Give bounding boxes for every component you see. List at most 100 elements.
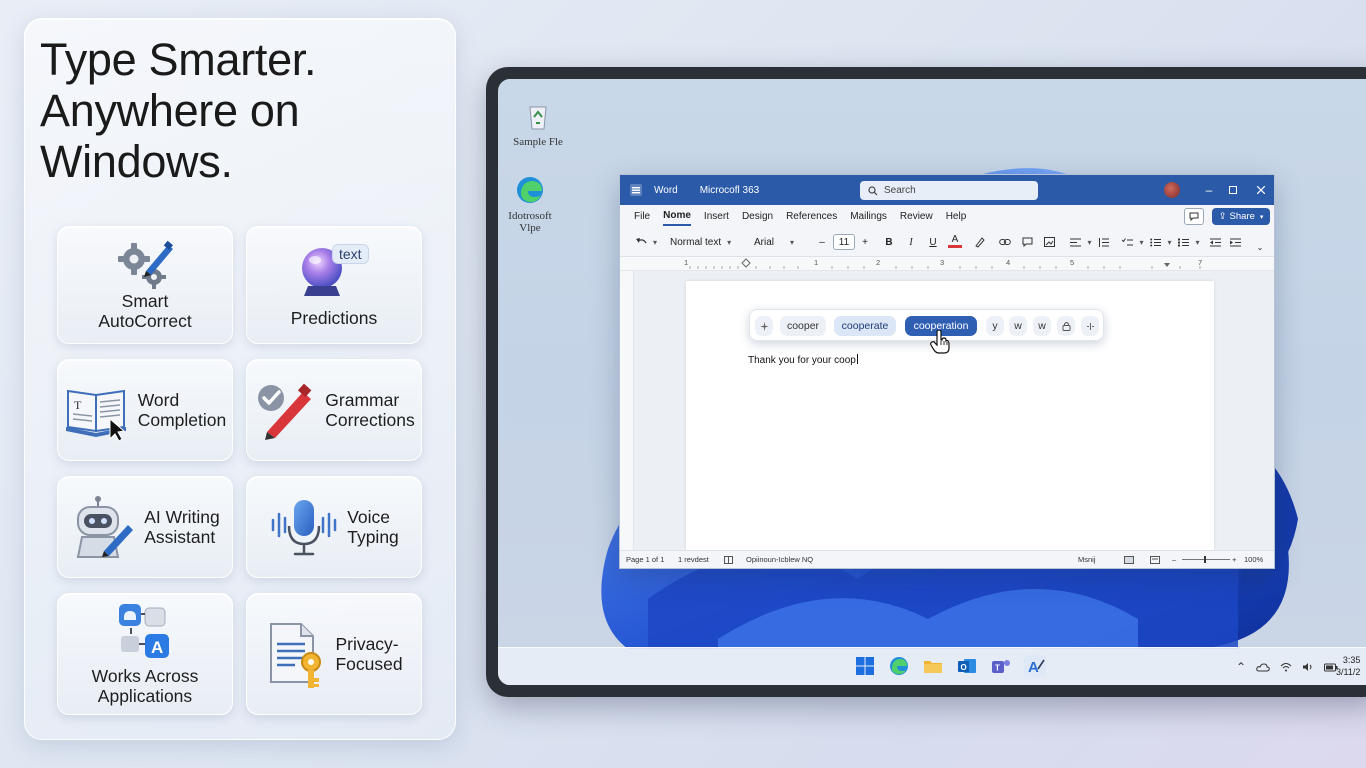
desktop-icon-recycle-bin[interactable]: Sample Fle bbox=[508, 101, 568, 148]
svg-text:A: A bbox=[1028, 659, 1039, 676]
tab-file[interactable]: File bbox=[634, 208, 650, 225]
volume-icon[interactable] bbox=[1302, 662, 1314, 672]
vertical-ruler bbox=[620, 271, 634, 550]
avatar[interactable] bbox=[1164, 182, 1180, 198]
outlook-icon[interactable]: O bbox=[956, 655, 978, 677]
tab-review[interactable]: Review bbox=[900, 208, 933, 225]
feature-card-privacy-focused[interactable]: Privacy- Focused bbox=[246, 593, 422, 715]
zoom-in-button[interactable]: + bbox=[1232, 555, 1236, 564]
chevron-down-icon: ▾ bbox=[1259, 213, 1264, 221]
typing-app-icon[interactable]: A bbox=[1024, 655, 1046, 677]
teams-icon[interactable]: T bbox=[990, 655, 1012, 677]
decrease-font-size-button[interactable]: – bbox=[816, 234, 828, 250]
proofing-icon bbox=[724, 556, 733, 564]
start-button[interactable] bbox=[854, 655, 876, 677]
feature-card-grammar-corrections[interactable]: Grammar Corrections bbox=[246, 359, 422, 461]
tab-references[interactable]: References bbox=[786, 208, 837, 225]
title-app-name: Word bbox=[654, 184, 678, 196]
zoom-level: 100% bbox=[1244, 555, 1264, 564]
open-book-icon: T bbox=[65, 389, 126, 441]
text-caret bbox=[856, 354, 858, 364]
zoom-slider[interactable] bbox=[1182, 556, 1230, 563]
close-button[interactable] bbox=[1246, 175, 1276, 205]
font-dropdown[interactable]: Arial ▾ bbox=[754, 234, 808, 250]
link-button[interactable] bbox=[998, 234, 1012, 250]
read-mode-icon[interactable] bbox=[1124, 556, 1134, 564]
bullet-list-icon bbox=[1150, 238, 1162, 246]
file-explorer-icon[interactable] bbox=[922, 655, 944, 677]
italic-button[interactable]: I bbox=[904, 234, 918, 250]
quick-chip[interactable]: y bbox=[986, 316, 1004, 336]
desktop-icon-edge[interactable]: Idotrosoft Vlpe bbox=[500, 175, 560, 234]
undo-icon bbox=[635, 238, 647, 244]
search-input[interactable]: Search bbox=[860, 181, 1038, 200]
edge-taskbar-icon[interactable] bbox=[888, 655, 910, 677]
microphone-icon bbox=[271, 500, 337, 556]
ribbon-expand-button[interactable]: ⌄ bbox=[1254, 239, 1266, 255]
word-titlebar: Word Microcofl 363 Search – bbox=[620, 175, 1274, 205]
font-color-button[interactable]: A bbox=[948, 234, 962, 248]
maximize-icon bbox=[1229, 186, 1237, 194]
bold-button[interactable]: B bbox=[882, 234, 896, 250]
feature-card-smart-autocorrect[interactable]: Smart AutoCorrect bbox=[57, 226, 233, 344]
share-icon: ⇪ bbox=[1218, 211, 1227, 222]
line-spacing-button[interactable] bbox=[1096, 234, 1110, 250]
font-size-input[interactable]: 11 bbox=[833, 234, 855, 250]
expand-button[interactable] bbox=[1081, 316, 1099, 336]
undo-button[interactable]: ▾ bbox=[632, 234, 660, 250]
bullets-button[interactable]: ▾ bbox=[1148, 234, 1174, 250]
feature-label: Voice Typing bbox=[347, 507, 399, 547]
ruler-number: 1 bbox=[684, 258, 689, 267]
print-layout-icon[interactable] bbox=[1150, 556, 1160, 564]
suggestion-menu-button[interactable] bbox=[755, 316, 773, 336]
feature-card-ai-writing-assistant[interactable]: AI Writing Assistant bbox=[57, 476, 233, 578]
chevron-down-icon: ⌄ bbox=[1256, 242, 1264, 252]
document-key-icon bbox=[270, 623, 322, 688]
zoom-out-button[interactable]: – bbox=[1172, 555, 1176, 564]
wifi-icon[interactable] bbox=[1280, 662, 1292, 672]
share-button[interactable]: ⇪ Share ▾ bbox=[1212, 208, 1270, 225]
feature-card-works-across-applications[interactable]: A Works Across Applications bbox=[57, 593, 233, 715]
maximize-button[interactable] bbox=[1218, 175, 1248, 205]
chevron-up-icon[interactable]: ⌃ bbox=[1236, 660, 1246, 674]
tab-design[interactable]: Design bbox=[742, 208, 773, 225]
checklist-button[interactable]: ▾ bbox=[1120, 234, 1146, 250]
comment-insert-button[interactable] bbox=[1020, 234, 1034, 250]
increase-indent-button[interactable] bbox=[1228, 234, 1242, 250]
tab-help[interactable]: Help bbox=[946, 208, 967, 225]
align-button[interactable]: ▾ bbox=[1068, 234, 1094, 250]
highlighter-button[interactable] bbox=[972, 234, 986, 250]
ruler-ticks bbox=[689, 258, 1201, 269]
underline-button[interactable]: U bbox=[926, 234, 940, 250]
quick-chip[interactable]: w bbox=[1009, 316, 1027, 336]
suggestion-bar: cooper cooperate cooperation y w w bbox=[749, 309, 1104, 354]
comments-button[interactable] bbox=[1184, 208, 1204, 225]
document-text[interactable]: Thank you for your coop bbox=[748, 354, 858, 366]
increase-font-size-button[interactable]: + bbox=[859, 234, 871, 250]
taskbar: O T A ⌃ 3:35 3/11/2 bbox=[498, 647, 1366, 685]
apps-icon: A bbox=[119, 604, 169, 658]
focus-mode[interactable]: Msnij bbox=[1078, 555, 1096, 564]
onedrive-icon[interactable] bbox=[1256, 662, 1270, 672]
feature-card-predictions[interactable]: text Predictions bbox=[246, 226, 422, 344]
tab-mailings[interactable]: Mailings bbox=[850, 208, 887, 225]
system-clock[interactable]: 3:35 3/11/2 bbox=[1336, 654, 1360, 678]
ruler-number: 5 bbox=[1070, 258, 1075, 267]
suggestion-chip[interactable]: cooper bbox=[780, 316, 826, 336]
decrease-indent-button[interactable] bbox=[1208, 234, 1222, 250]
style-dropdown[interactable]: Normal text ▾ bbox=[670, 234, 740, 250]
quick-chip[interactable]: w bbox=[1033, 316, 1051, 336]
numbering-button[interactable]: ▾ bbox=[1176, 234, 1202, 250]
feature-card-voice-typing[interactable]: Voice Typing bbox=[246, 476, 422, 578]
feature-card-word-completion[interactable]: T Word Completion bbox=[57, 359, 233, 461]
suggestion-chip[interactable]: cooperate bbox=[834, 316, 896, 336]
tab-insert[interactable]: Insert bbox=[704, 208, 729, 225]
zoom-slider-thumb[interactable] bbox=[1204, 556, 1206, 563]
feature-label: Predictions bbox=[290, 308, 378, 328]
outdent-icon bbox=[1209, 238, 1221, 246]
image-button[interactable] bbox=[1042, 234, 1056, 250]
sparkle-icon bbox=[759, 321, 769, 331]
tab-home[interactable]: Nome bbox=[663, 207, 691, 226]
language-indicator[interactable]: Opiinoun-Icblew NQ bbox=[746, 555, 813, 564]
lock-button[interactable] bbox=[1057, 316, 1075, 336]
